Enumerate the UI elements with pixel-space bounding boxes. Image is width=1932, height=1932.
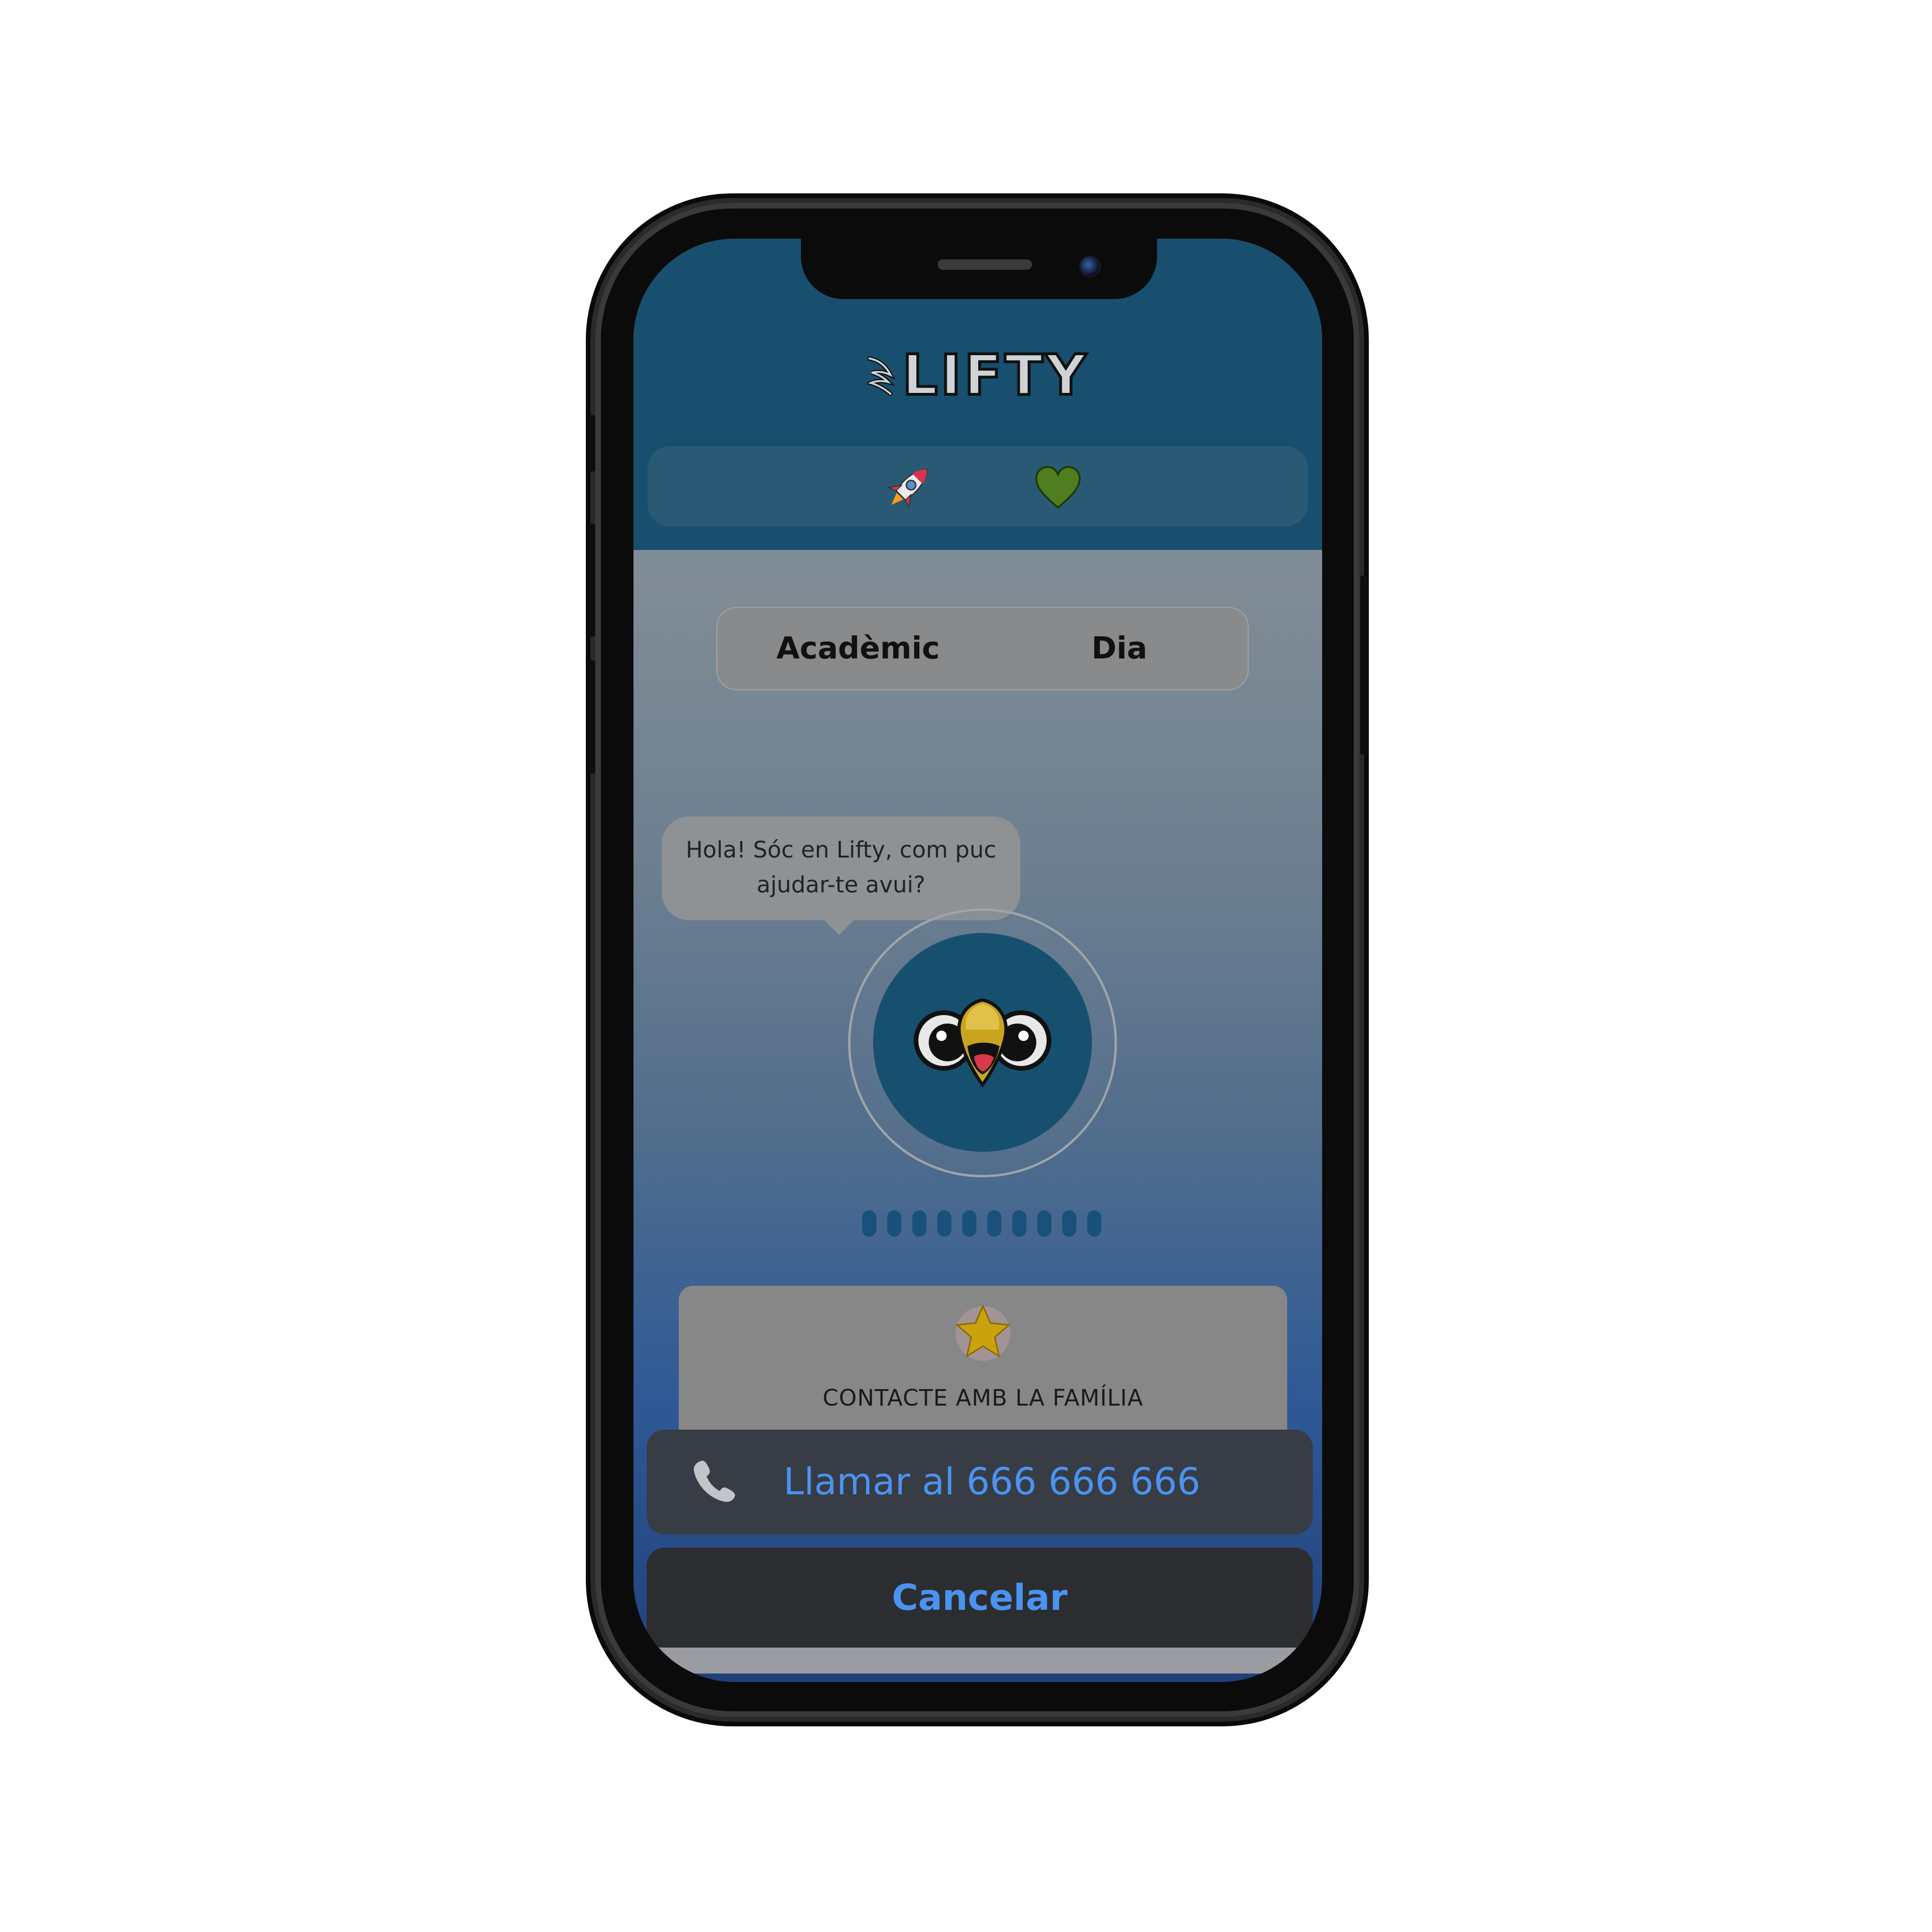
dot (862, 1210, 876, 1237)
call-action[interactable]: Llamar al 666 666 666 (647, 1430, 1313, 1534)
screen: LIFTY Acadèmic Dia Hola! Sóc en Lifty, c… (633, 239, 1322, 1682)
status-bar (648, 446, 1308, 526)
dot (887, 1210, 901, 1237)
call-label: Llamar al 666 666 666 (783, 1461, 1201, 1503)
wing-icon (866, 356, 895, 396)
rocket-icon (887, 468, 928, 509)
chat-bubble: Hola! Sóc en Lifty, com puc ajudar-te av… (662, 816, 1020, 920)
phone-icon (693, 1460, 735, 1502)
dot (962, 1210, 976, 1237)
dot (1037, 1210, 1051, 1237)
camera-icon (1079, 256, 1101, 277)
dot (1087, 1210, 1101, 1237)
volume-up-button (589, 524, 595, 637)
notch (801, 239, 1157, 299)
power-button (1360, 575, 1367, 755)
cancel-button[interactable]: Cancelar (647, 1548, 1313, 1648)
tab-dia[interactable]: Dia (1091, 608, 1147, 689)
chat-line-1: Hola! Sóc en Lifty, com puc (685, 837, 997, 863)
tab-academic[interactable]: Acadèmic (776, 608, 940, 689)
dot (1062, 1210, 1076, 1237)
heart-icon (1035, 466, 1081, 509)
segmented-control: Acadèmic Dia (716, 607, 1249, 691)
app-title: LIFTY (901, 342, 1089, 408)
chat-bubble-tail (822, 918, 856, 935)
chat-line-2: ajudar-te avui? (757, 872, 925, 898)
dot (1012, 1210, 1026, 1237)
volume-down-button (589, 660, 595, 774)
dot (912, 1210, 926, 1237)
dot (937, 1210, 951, 1237)
star-icon (955, 1304, 1011, 1361)
dot (987, 1210, 1001, 1237)
mute-switch (589, 415, 595, 472)
bottom-strip (652, 1648, 1303, 1674)
contact-label: CONTACTE AMB LA FAMÍLIA (823, 1385, 1143, 1411)
speaker-grille (938, 259, 1032, 270)
lifty-avatar[interactable] (873, 933, 1092, 1152)
bird-face-icon (914, 998, 1051, 1088)
app-logo: LIFTY (633, 342, 1322, 408)
